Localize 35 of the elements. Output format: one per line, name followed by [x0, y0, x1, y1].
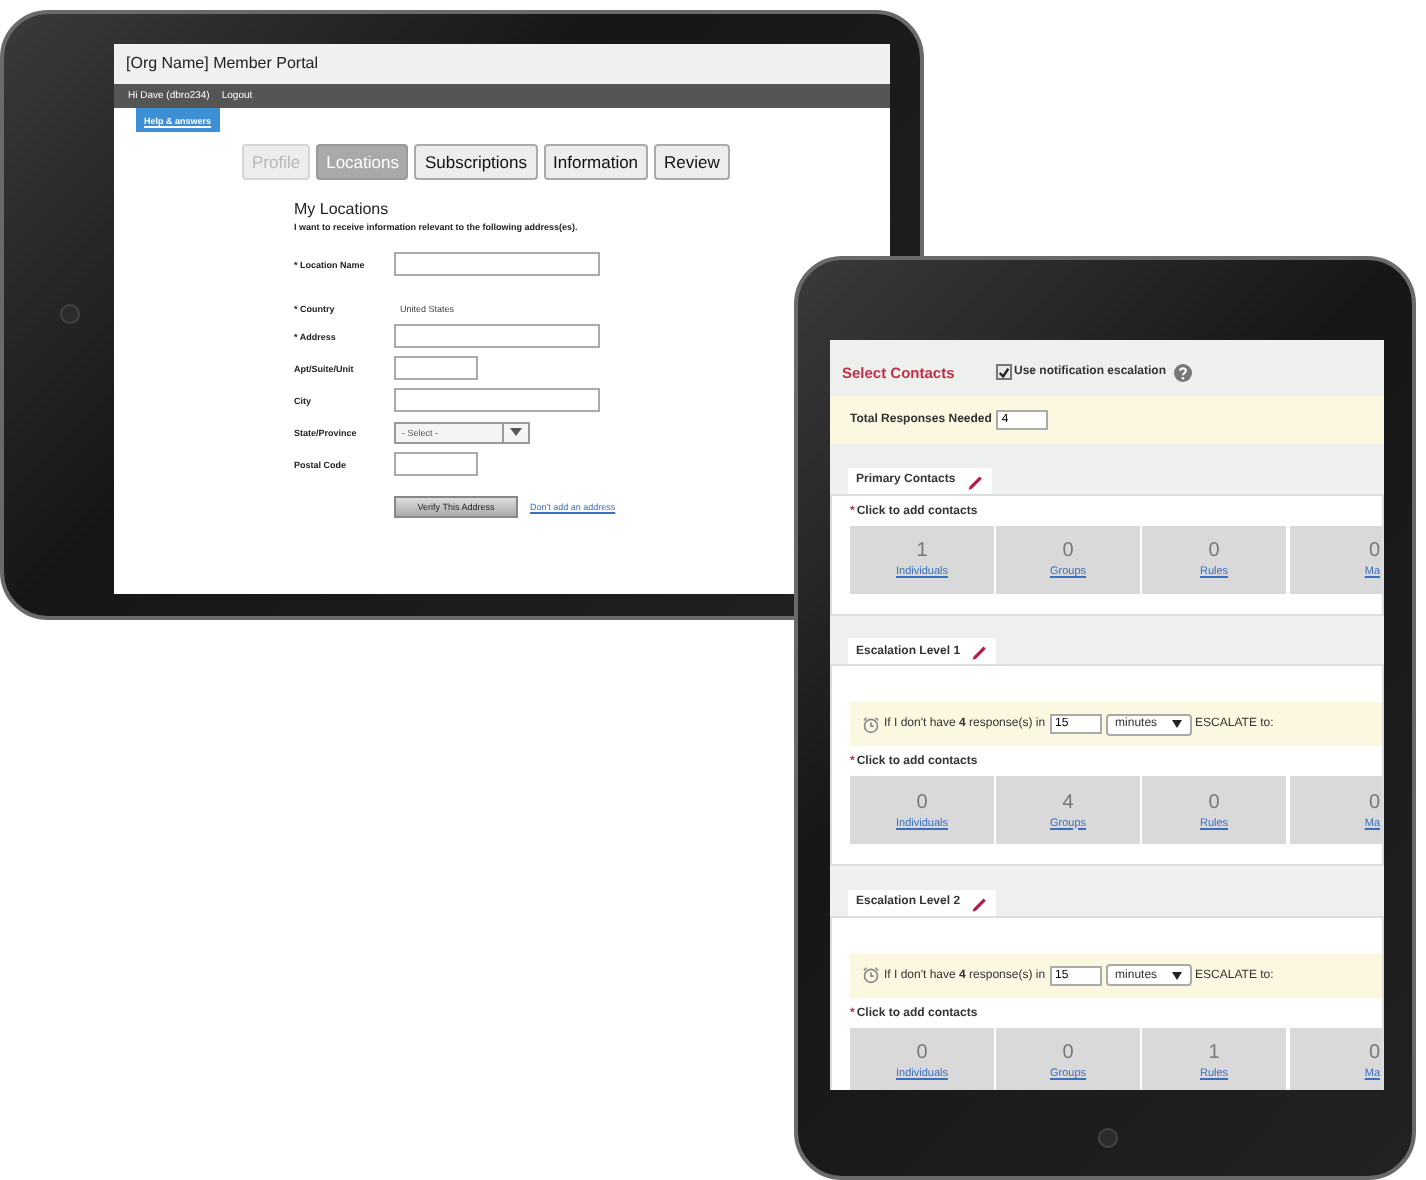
count-value: 0 — [1368, 791, 1380, 813]
camera-icon — [60, 304, 80, 324]
count-value: 0 — [1062, 540, 1074, 562]
checkbox[interactable] — [996, 364, 1012, 380]
input-field[interactable] — [394, 452, 478, 476]
pencil-icon[interactable] — [965, 471, 984, 489]
step-tab[interactable]: Subscriptions — [414, 144, 538, 180]
help-icon[interactable] — [1174, 363, 1193, 381]
step-tab[interactable]: Information — [543, 144, 649, 180]
dropdown-caret-icon — [502, 422, 528, 442]
count-value: 0 — [1368, 540, 1380, 562]
window-title: [Org Name] Member Portal — [114, 44, 890, 84]
alarm-clock-icon — [862, 715, 880, 733]
input-field[interactable] — [394, 324, 600, 348]
count-value: 0 — [916, 791, 928, 813]
input-field[interactable] — [394, 388, 600, 412]
dropdown-caret-icon — [1169, 969, 1184, 981]
input-field[interactable] — [394, 252, 600, 276]
alarm-clock-icon — [862, 966, 880, 984]
pencil-icon[interactable] — [970, 642, 989, 660]
pencil-icon[interactable] — [970, 893, 989, 911]
step-tab[interactable]: Review — [654, 144, 730, 180]
count-value: 4 — [1062, 791, 1074, 813]
count-value: 1 — [916, 540, 928, 562]
step-tab[interactable]: Locations — [316, 144, 409, 180]
input-field[interactable] — [394, 356, 478, 380]
camera-icon — [1098, 1128, 1118, 1148]
dropdown-caret-icon — [1169, 718, 1184, 730]
count-value: 0 — [1368, 1042, 1380, 1064]
count-value: 0 — [1062, 1042, 1074, 1064]
count-value: 0 — [1208, 791, 1220, 813]
count-value: 0 — [916, 1042, 928, 1064]
section-heading: My Locations — [294, 200, 391, 218]
count-value: 0 — [1208, 540, 1220, 562]
count-value: 1 — [1208, 1042, 1220, 1064]
